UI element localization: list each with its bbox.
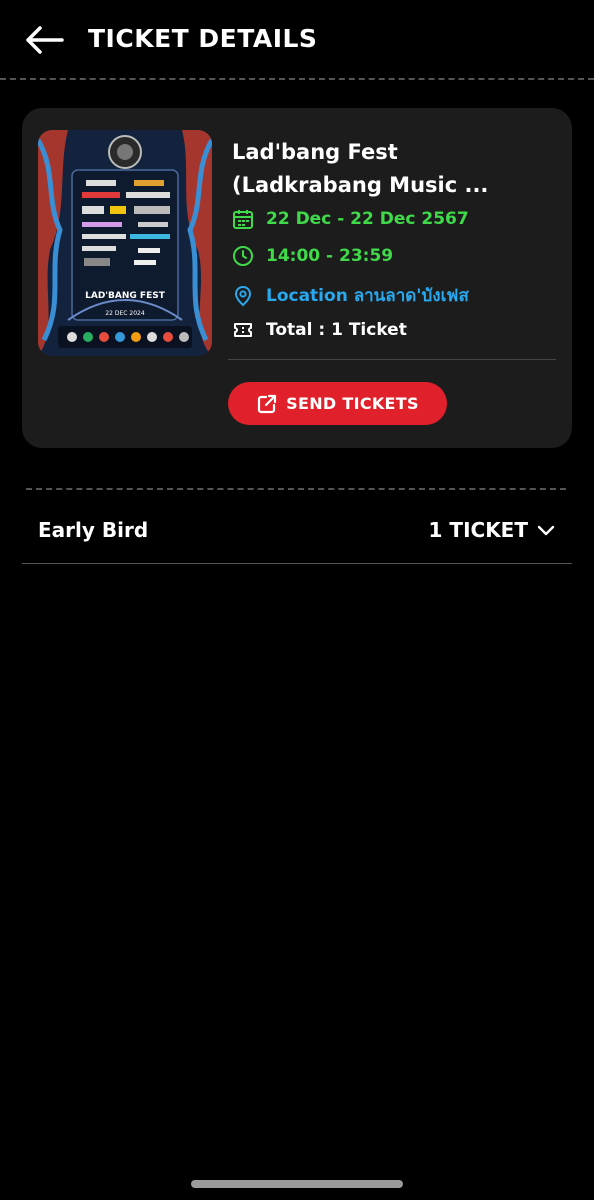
event-poster: LAD'BANG FEST 22 DEC 2024: [38, 130, 212, 356]
header-divider: [0, 78, 594, 80]
event-date-row: 22 Dec - 22 Dec 2567: [232, 208, 469, 230]
app-header: TICKET DETAILS: [0, 0, 594, 80]
event-date: 22 Dec - 22 Dec 2567: [266, 209, 469, 229]
ticket-type-name: Early Bird: [38, 518, 149, 542]
ticket-type-count: 1 TICKET: [428, 518, 528, 542]
event-title: Lad'bang Fest (Ladkrabang Music ...: [232, 140, 489, 197]
chevron-down-icon[interactable]: [536, 520, 556, 540]
back-button[interactable]: [22, 22, 66, 58]
ticket-icon: [234, 323, 252, 337]
ticket-type-row[interactable]: Early Bird 1 TICKET: [22, 500, 572, 564]
calendar-icon: [233, 210, 253, 229]
page-title: TICKET DETAILS: [88, 24, 318, 53]
ticket-total: Total : 1 Ticket: [266, 320, 407, 340]
event-time: 14:00 - 23:59: [266, 246, 394, 266]
event-location[interactable]: Location ลานลาด'บังเฟส: [266, 282, 469, 309]
map-pin-icon: [234, 285, 252, 306]
send-tickets-button[interactable]: SEND TICKETS: [228, 382, 447, 425]
section-divider: [26, 488, 566, 490]
event-time-row: 14:00 - 23:59: [232, 245, 393, 267]
send-tickets-label: SEND TICKETS: [286, 394, 419, 413]
external-link-icon: [258, 394, 277, 413]
poster-art: LAD'BANG FEST 22 DEC 2024: [38, 130, 212, 356]
home-indicator[interactable]: [191, 1180, 403, 1188]
card-divider: [228, 359, 556, 360]
ticket-total-row: Total : 1 Ticket: [232, 319, 407, 341]
event-card: LAD'BANG FEST 22 DEC 2024 Lad'bang Fest …: [22, 108, 572, 448]
event-location-row[interactable]: Location ลานลาด'บังเฟส: [232, 282, 469, 309]
arrow-left-icon: [26, 26, 64, 54]
poster-festival-date: 22 DEC 2024: [105, 310, 145, 317]
ticket-row-divider: [22, 563, 572, 564]
clock-icon: [233, 246, 253, 266]
poster-festival-name: LAD'BANG FEST: [85, 291, 166, 301]
